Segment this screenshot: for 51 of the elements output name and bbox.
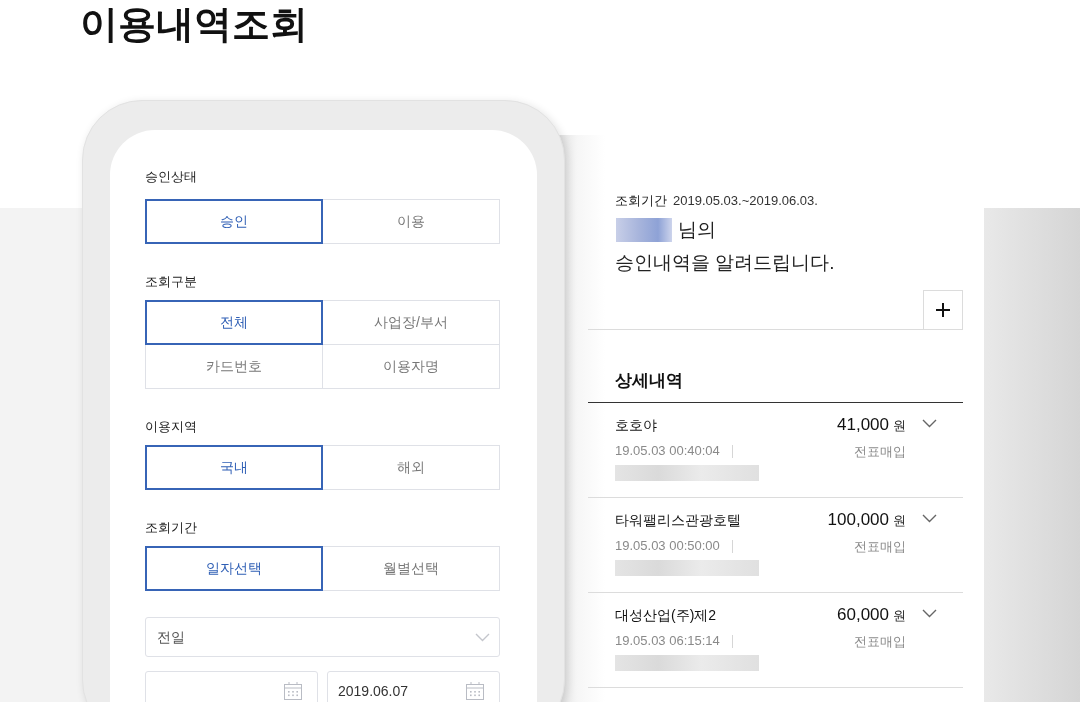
filter-option[interactable]: 사업장/부서 bbox=[322, 300, 500, 345]
merchant-name: 타워팰리스관광호텔 bbox=[615, 511, 741, 530]
period-select[interactable]: 전일 bbox=[145, 617, 500, 657]
merchant-name: 호호야 bbox=[615, 416, 657, 435]
calendar-icon[interactable] bbox=[284, 682, 302, 700]
chevron-down-icon bbox=[922, 514, 937, 523]
date-input-field[interactable] bbox=[145, 671, 318, 702]
filter-option[interactable]: 국내 bbox=[145, 445, 323, 490]
transaction-datetime: 19.05.03 06:15:14 bbox=[615, 632, 720, 650]
greeting-text: 님의 bbox=[678, 218, 716, 242]
filter-option[interactable]: 카드번호 bbox=[145, 344, 323, 389]
filter-option[interactable]: 승인 bbox=[145, 199, 323, 244]
chevron-down-icon bbox=[922, 609, 937, 618]
page-title: 이용내역조회 bbox=[80, 2, 308, 47]
transaction-datetime: 19.05.03 00:40:04 bbox=[615, 442, 720, 460]
chevron-down-icon bbox=[475, 632, 490, 642]
transaction-item[interactable]: 대성산업(주)제2 19.05.03 06:15:14 60,000 원 전표매입 bbox=[588, 593, 963, 688]
redacted-name-block bbox=[616, 218, 672, 242]
filter-option[interactable]: 전체 bbox=[145, 300, 323, 345]
currency-unit: 원 bbox=[893, 607, 906, 625]
merchant-name: 대성산업(주)제2 bbox=[615, 606, 717, 625]
calendar-icon[interactable] bbox=[466, 682, 484, 700]
transaction-datetime: 19.05.03 00:50:00 bbox=[615, 537, 720, 555]
filter-label: 이용지역 bbox=[145, 418, 197, 437]
date-value: 2019.06.07 bbox=[338, 682, 409, 700]
date-input-field[interactable]: 2019.06.07 bbox=[327, 671, 500, 702]
amount-value: 41,000 bbox=[837, 414, 889, 436]
filter-option[interactable]: 해외 bbox=[322, 445, 500, 490]
expand-button[interactable] bbox=[923, 290, 963, 329]
currency-unit: 원 bbox=[893, 512, 906, 530]
period-value: 2019.05.03.~2019.06.03. bbox=[673, 192, 818, 210]
transaction-item[interactable]: 타워팰리스관광호텔 19.05.03 00:50:00 100,000 원 전표매입 bbox=[588, 498, 963, 593]
amount-value: 60,000 bbox=[837, 604, 889, 626]
filter-label: 조회기간 bbox=[145, 519, 197, 538]
message-text: 승인내역을 알려드립니다. bbox=[615, 251, 835, 275]
transaction-status: 전표매입 bbox=[854, 443, 906, 461]
filter-label: 조회구분 bbox=[145, 273, 197, 292]
filter-option[interactable]: 일자선택 bbox=[145, 546, 323, 591]
transaction-status: 전표매입 bbox=[854, 538, 906, 556]
chevron-down-icon bbox=[922, 419, 937, 428]
amount-value: 100,000 bbox=[827, 509, 889, 531]
filter-option[interactable]: 이용 bbox=[322, 199, 500, 244]
transaction-status: 전표매입 bbox=[854, 633, 906, 651]
transaction-item[interactable]: 호호야 19.05.03 00:40:04 41,000 원 전표매입 bbox=[588, 403, 963, 498]
filter-label: 승인상태 bbox=[145, 168, 197, 187]
filter-option[interactable]: 월별선택 bbox=[322, 546, 500, 591]
section-title: 상세내역 bbox=[615, 370, 683, 392]
period-label: 조회기간 bbox=[615, 193, 667, 210]
filter-option[interactable]: 이용자명 bbox=[322, 344, 500, 389]
currency-unit: 원 bbox=[893, 417, 906, 435]
plus-icon bbox=[936, 303, 950, 317]
